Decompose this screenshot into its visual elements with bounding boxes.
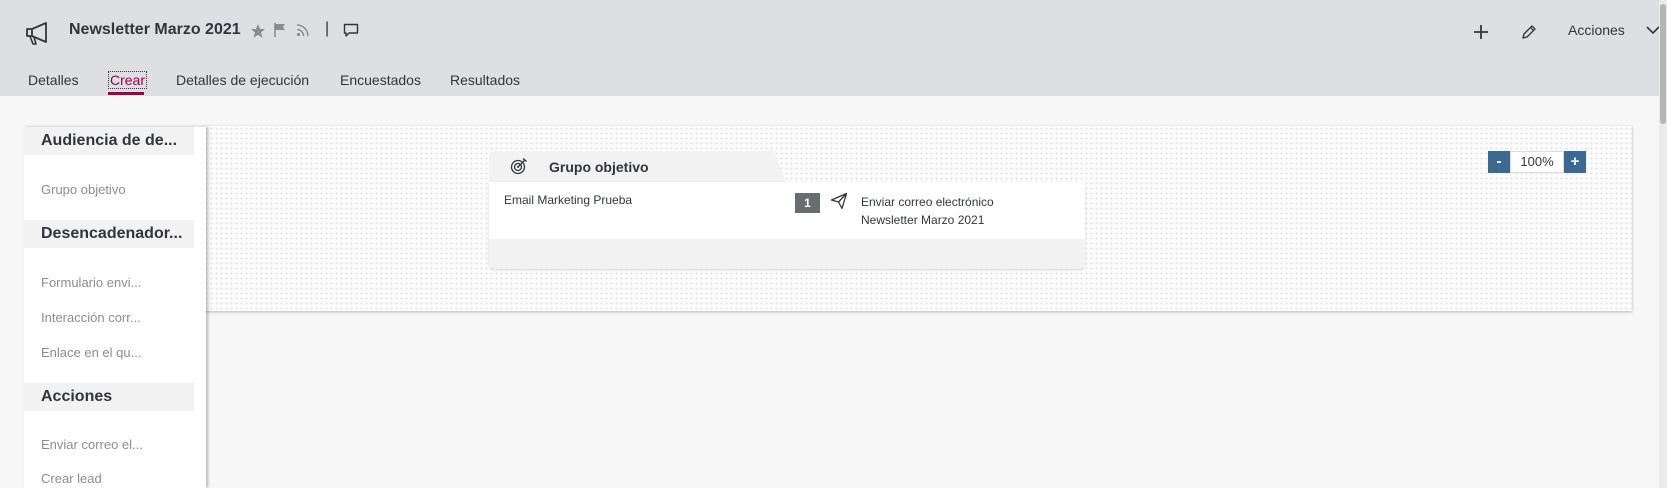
page-scrollbar[interactable] — [1659, 0, 1667, 488]
step-name[interactable]: Newsletter Marzo 2021 — [861, 213, 984, 227]
tab-encuestados[interactable]: Encuestados — [340, 72, 421, 88]
scrollbar-thumb[interactable] — [1660, 4, 1666, 124]
send-email-icon — [830, 192, 848, 210]
step-type[interactable]: Enviar correo electrónico — [861, 195, 994, 209]
palette-section-desencadenadores: Desencadenador... — [24, 220, 194, 248]
rss-icon[interactable] — [296, 23, 310, 37]
palette-section-audiencia: Audiencia de de... — [24, 127, 194, 155]
zoom-control: - 100% + — [1488, 151, 1586, 173]
group-card-footer — [489, 239, 1085, 269]
edit-icon[interactable] — [1521, 24, 1537, 40]
palette-item-crear-lead[interactable]: Crear lead — [41, 471, 102, 486]
object-page-header: Newsletter Marzo 2021 | Acciones Detalle… — [0, 0, 1667, 96]
target-icon — [510, 157, 527, 175]
flag-icon[interactable] — [273, 22, 287, 38]
tab-detalles-ejecucion[interactable]: Detalles de ejecución — [176, 72, 309, 88]
group-title: Grupo objetivo — [549, 159, 649, 175]
zoom-out-button[interactable]: - — [1488, 151, 1510, 173]
star-icon[interactable] — [250, 23, 266, 39]
palette-section-acciones: Acciones — [24, 383, 194, 411]
chevron-down-icon — [1646, 26, 1660, 35]
palette-item-enlace[interactable]: Enlace en el qu... — [41, 345, 141, 360]
zoom-level: 100% — [1510, 151, 1564, 173]
actions-label: Acciones — [1568, 22, 1625, 38]
element-palette: Audiencia de de... Grupo objetivo Desenc… — [24, 127, 206, 488]
page-title: Newsletter Marzo 2021 — [69, 21, 241, 38]
palette-item-enviar-correo[interactable]: Enviar correo el... — [41, 437, 143, 452]
comment-icon[interactable] — [343, 23, 359, 38]
megaphone-icon — [26, 22, 47, 45]
tab-crear[interactable]: Crear — [107, 71, 148, 89]
step-number-badge: 1 — [795, 193, 820, 213]
target-group-name[interactable]: Email Marketing Prueba — [504, 193, 632, 207]
tab-detalles[interactable]: Detalles — [28, 72, 79, 88]
tab-resultados[interactable]: Resultados — [450, 72, 520, 88]
actions-menu-button[interactable]: Acciones — [1568, 22, 1660, 38]
active-tab-indicator — [108, 92, 144, 95]
header-separator: | — [325, 20, 330, 37]
zoom-in-button[interactable]: + — [1564, 151, 1586, 173]
palette-item-formulario-enviado[interactable]: Formulario envi... — [41, 275, 141, 290]
add-icon[interactable] — [1472, 23, 1490, 41]
target-group-card[interactable]: Email Marketing Prueba 1 Enviar correo e… — [489, 182, 1085, 269]
palette-item-interaccion-correo[interactable]: Interacción corr... — [41, 310, 141, 325]
palette-item-grupo-objetivo[interactable]: Grupo objetivo — [41, 182, 126, 197]
